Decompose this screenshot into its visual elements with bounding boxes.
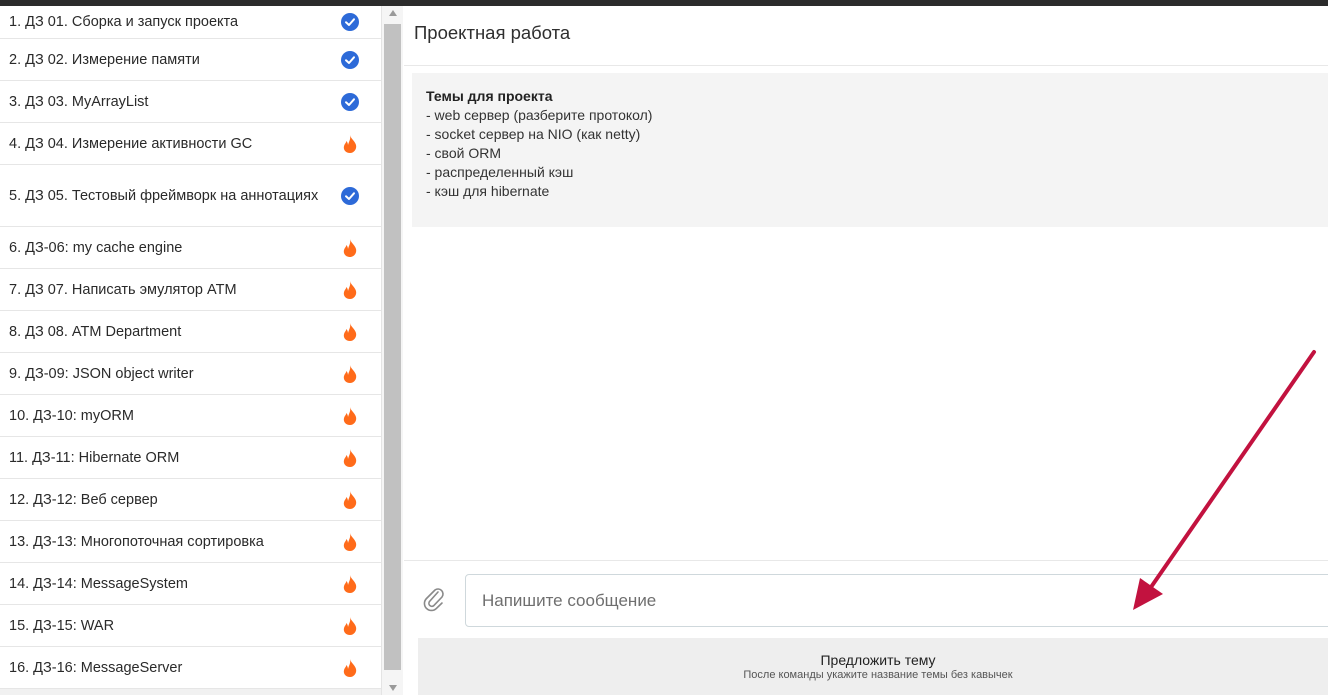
task-label: 5. ДЗ 05. Тестовый фреймворк на аннотаци… <box>9 187 319 204</box>
sidebar-task-item[interactable]: 12. ДЗ-12: Веб сервер <box>0 479 381 521</box>
sidebar-task-item[interactable]: 8. ДЗ 08. ATM Department <box>0 311 381 353</box>
flame-icon <box>341 574 359 593</box>
composer-divider <box>404 560 1328 561</box>
sidebar-task-item[interactable]: 6. ДЗ-06: my cache engine <box>0 227 381 269</box>
suggest-topic-button[interactable]: Предложить тему После команды укажите на… <box>418 638 1328 695</box>
suggest-topic-subtitle: После команды укажите название темы без … <box>743 669 1013 681</box>
message-line: - web сервер (разберите протокол) <box>426 107 653 123</box>
message-card: Темы для проекта - web сервер (разберите… <box>412 73 1328 227</box>
sidebar-task-item[interactable]: 13. ДЗ-13: Многопоточная сортировка <box>0 521 381 563</box>
task-label: 12. ДЗ-12: Веб сервер <box>9 491 158 508</box>
flame-icon <box>341 616 359 635</box>
task-label: 7. ДЗ 07. Написать эмулятор ATM <box>9 281 237 298</box>
task-label: 15. ДЗ-15: WAR <box>9 617 115 634</box>
task-sidebar: 1. ДЗ 01. Сборка и запуск проекта 2. ДЗ 0… <box>0 6 381 695</box>
flame-icon <box>341 364 359 383</box>
task-label: 11. ДЗ-11: Hibernate ORM <box>9 449 180 466</box>
flame-icon <box>341 238 359 257</box>
page-title: Проектная работа <box>414 22 571 43</box>
flame-icon <box>341 406 359 425</box>
sidebar-task-item[interactable]: 5. ДЗ 05. Тестовый фреймворк на аннотаци… <box>0 165 381 227</box>
flame-icon <box>341 280 359 299</box>
suggest-topic-title: Предложить тему <box>820 652 936 668</box>
sidebar-task-item[interactable]: 2. ДЗ 02. Измерение памяти <box>0 39 381 81</box>
sidebar-task-item[interactable]: 14. ДЗ-14: MessageSystem <box>0 563 381 605</box>
sidebar-scrollbar[interactable] <box>381 6 403 695</box>
task-label: 2. ДЗ 02. Измерение памяти <box>9 51 200 68</box>
flame-icon <box>341 532 359 551</box>
message-line: - кэш для hibernate <box>426 183 550 199</box>
message-heading: Темы для проекта <box>426 88 553 104</box>
task-label: 9. ДЗ-09: JSON object writer <box>9 365 194 382</box>
main-panel: Проектная работа Темы для проекта - web … <box>404 6 1328 695</box>
sidebar-task-item[interactable]: 16. ДЗ-16: MessageServer <box>0 647 381 689</box>
sidebar-task-item[interactable]: 10. ДЗ-10: myORM <box>0 395 381 437</box>
check-circle-icon <box>341 186 359 205</box>
sidebar-task-item[interactable]: 7. ДЗ 07. Написать эмулятор ATM <box>0 269 381 311</box>
check-circle-icon <box>341 50 359 69</box>
paperclip-icon[interactable] <box>422 586 446 612</box>
task-label: 8. ДЗ 08. ATM Department <box>9 323 182 340</box>
scroll-down-arrow-icon[interactable] <box>382 681 404 695</box>
task-label: 1. ДЗ 01. Сборка и запуск проекта <box>9 14 239 30</box>
task-label: 6. ДЗ-06: my cache engine <box>9 239 183 256</box>
check-circle-icon <box>341 13 359 31</box>
scroll-thumb[interactable] <box>384 24 401 670</box>
flame-icon <box>341 490 359 509</box>
message-line: - свой ORM <box>426 145 501 161</box>
task-label: 3. ДЗ 03. MyArrayList <box>9 93 149 110</box>
scroll-up-arrow-icon[interactable] <box>382 6 404 20</box>
header-divider <box>404 65 1328 66</box>
flame-icon <box>341 322 359 341</box>
flame-icon <box>341 134 359 153</box>
message-line: - распределенный кэш <box>426 164 574 180</box>
sidebar-task-item[interactable]: 15. ДЗ-15: WAR <box>0 605 381 647</box>
sidebar-task-item[interactable]: 9. ДЗ-09: JSON object writer <box>0 353 381 395</box>
task-label: 13. ДЗ-13: Многопоточная сортировка <box>9 533 264 550</box>
task-label: 10. ДЗ-10: myORM <box>9 407 134 424</box>
task-label: 4. ДЗ 04. Измерение активности GC <box>9 135 253 152</box>
sidebar-task-item[interactable]: 1. ДЗ 01. Сборка и запуск проекта <box>0 6 381 39</box>
sidebar-task-item[interactable] <box>0 689 381 695</box>
task-label: 16. ДЗ-16: MessageServer <box>9 659 183 676</box>
message-line: - socket сервер на NIO (как netty) <box>426 126 641 142</box>
message-input[interactable] <box>465 574 1328 627</box>
sidebar-task-item[interactable]: 4. ДЗ 04. Измерение активности GC <box>0 123 381 165</box>
flame-icon <box>341 448 359 467</box>
task-label: 14. ДЗ-14: MessageSystem <box>9 575 188 592</box>
check-circle-icon <box>341 92 359 111</box>
flame-icon <box>341 658 359 677</box>
sidebar-task-item[interactable]: 11. ДЗ-11: Hibernate ORM <box>0 437 381 479</box>
sidebar-task-item[interactable]: 3. ДЗ 03. MyArrayList <box>0 81 381 123</box>
